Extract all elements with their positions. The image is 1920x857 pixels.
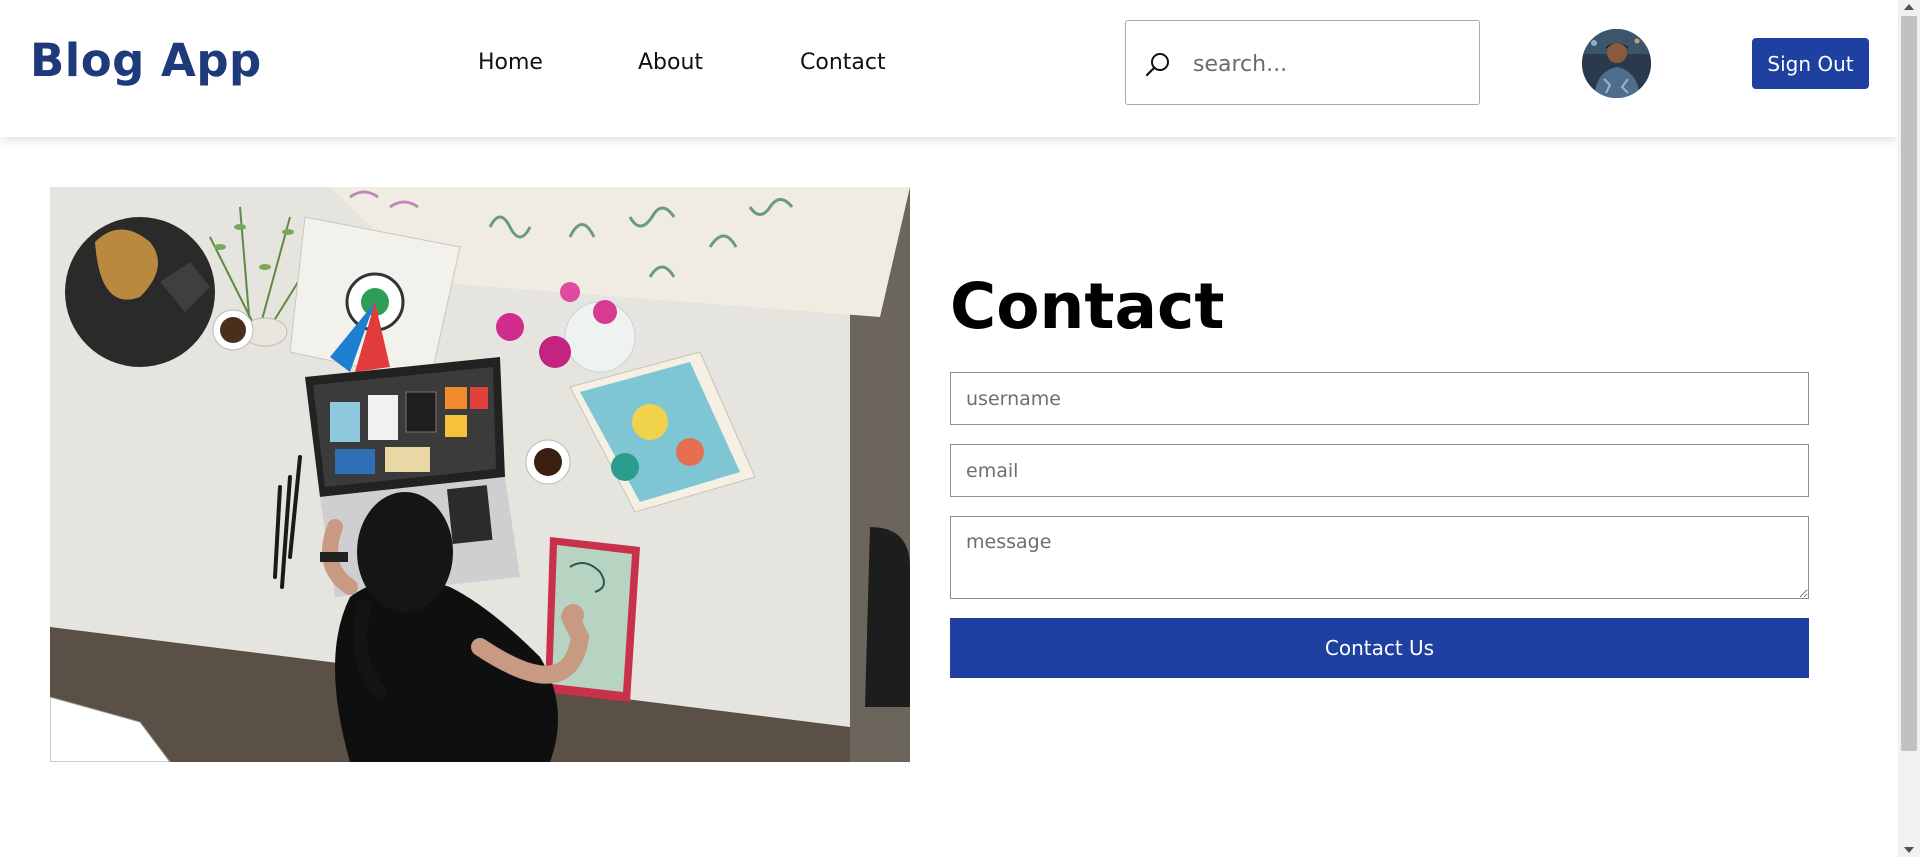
- avatar-image: [1582, 29, 1651, 98]
- workspace-photo: [50, 187, 910, 762]
- search-input[interactable]: [1191, 39, 1465, 89]
- search-icon[interactable]: [1144, 51, 1172, 79]
- scrollbar-thumb[interactable]: [1901, 16, 1917, 751]
- vertical-scrollbar[interactable]: [1898, 0, 1920, 857]
- email-field[interactable]: [950, 444, 1809, 497]
- avatar[interactable]: [1582, 29, 1651, 98]
- nav-link-home[interactable]: Home: [478, 50, 543, 75]
- brand-logo-text[interactable]: Blog App: [30, 34, 262, 87]
- scroll-up-arrow-icon[interactable]: [1904, 4, 1914, 10]
- sign-out-button[interactable]: Sign Out: [1752, 38, 1869, 89]
- username-field[interactable]: [950, 372, 1809, 425]
- hero-image: [50, 187, 910, 762]
- scroll-down-arrow-icon[interactable]: [1904, 847, 1914, 853]
- navbar: Blog App Home About Contact Sign Out: [0, 0, 1898, 137]
- page-title: Contact: [950, 270, 1225, 343]
- nav-link-about[interactable]: About: [638, 50, 703, 75]
- contact-us-button[interactable]: Contact Us: [950, 618, 1809, 678]
- nav-link-contact[interactable]: Contact: [800, 50, 886, 75]
- search-box: [1125, 20, 1480, 105]
- message-field[interactable]: [950, 516, 1809, 599]
